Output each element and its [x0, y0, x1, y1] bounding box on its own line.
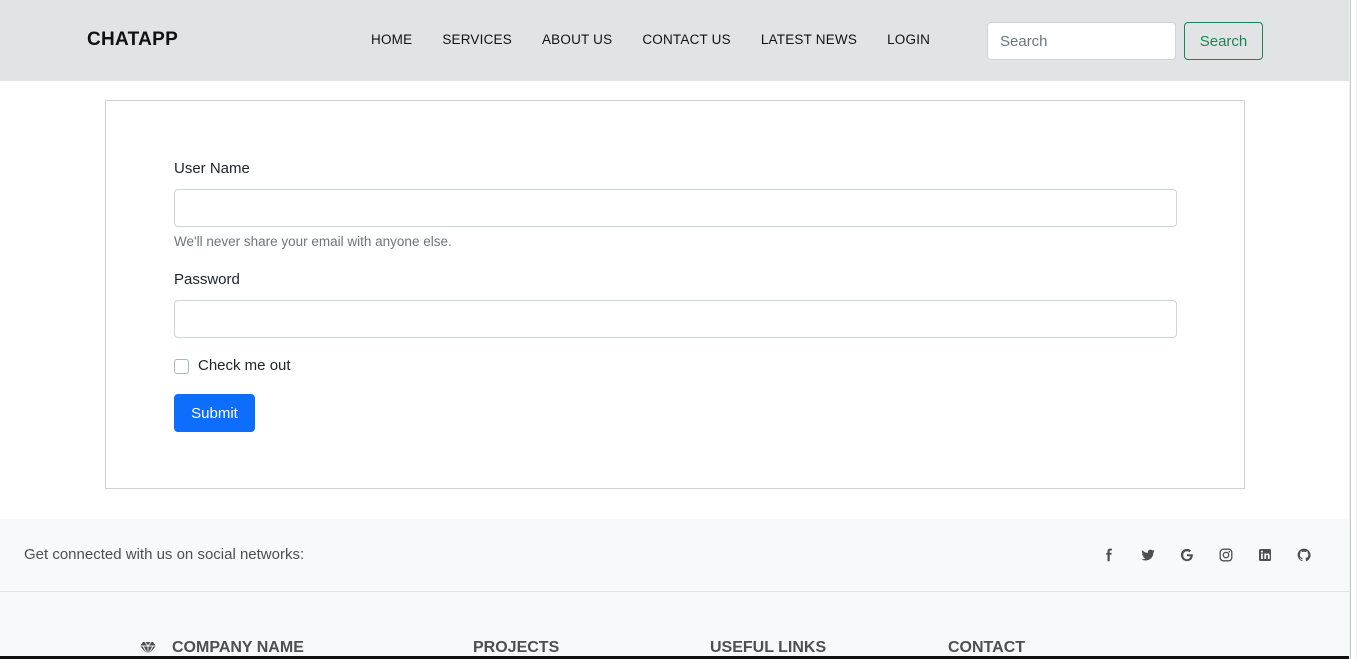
nav-links: HOME SERVICES ABOUT US CONTACT US LATEST… [356, 32, 945, 47]
social-text: Get connected with us on social networks… [24, 546, 305, 563]
google-icon[interactable] [1167, 545, 1206, 565]
password-label: Password [174, 271, 240, 288]
vertical-scrollbar[interactable] [1349, 0, 1357, 659]
password-input[interactable] [174, 300, 1177, 338]
submit-button[interactable]: Submit [174, 394, 255, 432]
brand-logo[interactable]: CHATAPP [87, 29, 178, 51]
username-input[interactable] [174, 189, 1177, 227]
nav-link-latest-news[interactable]: LATEST NEWS [746, 32, 872, 47]
footer-heading-projects: PROJECTS [473, 639, 560, 656]
nav-link-contact-us[interactable]: CONTACT US [627, 32, 746, 47]
linkedin-icon[interactable] [1245, 545, 1284, 565]
instagram-icon[interactable] [1206, 545, 1245, 565]
nav-link-services[interactable]: SERVICES [427, 32, 527, 47]
username-label: User Name [174, 160, 250, 177]
github-icon[interactable] [1284, 545, 1323, 565]
facebook-icon[interactable] [1089, 545, 1128, 565]
check-me-out-checkbox[interactable] [174, 359, 189, 374]
footer: COMPANY NAME PROJECTS USEFUL LINKS CONTA… [0, 592, 1349, 659]
nav-link-about-us[interactable]: ABOUT US [527, 32, 627, 47]
nav-link-login[interactable]: LOGIN [872, 32, 945, 47]
search-input[interactable] [987, 22, 1176, 60]
footer-heading-useful-links: USEFUL LINKS [710, 639, 827, 656]
login-form-card: User Name We'll never share your email w… [105, 100, 1245, 489]
email-help-text: We'll never share your email with anyone… [174, 234, 452, 249]
twitter-icon[interactable] [1128, 545, 1167, 565]
nav-link-home[interactable]: HOME [356, 32, 427, 47]
navbar: CHATAPP HOME SERVICES ABOUT US CONTACT U… [0, 0, 1349, 81]
footer-heading-company-name: COMPANY NAME [172, 639, 304, 656]
gem-icon [140, 641, 156, 656]
check-me-out-label[interactable]: Check me out [198, 357, 291, 374]
scrollbar-thumb[interactable] [1350, 0, 1356, 659]
social-bar: Get connected with us on social networks… [0, 519, 1349, 592]
search-button[interactable]: Search [1184, 22, 1263, 60]
footer-heading-contact: CONTACT [948, 639, 1026, 656]
social-icons [1089, 545, 1323, 565]
